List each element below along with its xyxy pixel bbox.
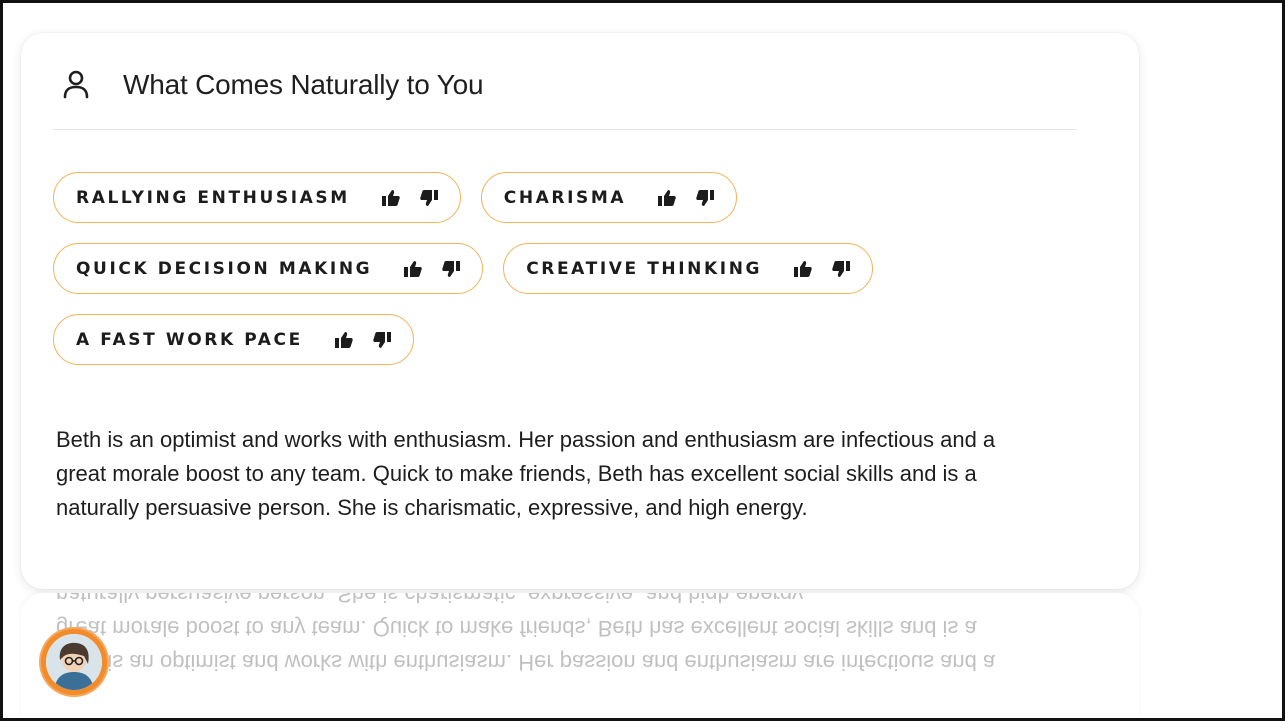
- chip-row: RALLYING ENTHUSIASM CHARISMA: [53, 172, 1093, 223]
- reflected-description: Beth is an optimist and works with enthu…: [56, 593, 996, 675]
- chip-row: A FAST WORK PACE: [53, 314, 1093, 365]
- strength-chip: A FAST WORK PACE: [53, 314, 414, 365]
- thumbs-up-icon[interactable]: [325, 325, 363, 355]
- section-title: What Comes Naturally to You: [123, 69, 484, 100]
- thumbs-up-icon[interactable]: [784, 254, 822, 284]
- thumbs-down-icon[interactable]: [686, 183, 724, 213]
- thumbs-up-icon[interactable]: [372, 183, 410, 213]
- strength-chip: RALLYING ENTHUSIASM: [53, 172, 461, 223]
- thumbs-up-icon[interactable]: [648, 183, 686, 213]
- screenshot-frame: What Comes Naturally to You RALLYING ENT…: [0, 0, 1285, 721]
- strength-chip: CREATIVE THINKING: [503, 243, 874, 294]
- chip-label: CHARISMA: [503, 187, 627, 208]
- thumbs-down-icon[interactable]: [822, 254, 860, 284]
- thumbs-down-icon[interactable]: [432, 254, 470, 284]
- divider: [53, 129, 1077, 130]
- avatar-image: [46, 634, 102, 690]
- card-header: What Comes Naturally to You: [61, 65, 484, 105]
- thumbs-up-icon[interactable]: [394, 254, 432, 284]
- strength-chip: CHARISMA: [480, 172, 738, 223]
- chip-label: CREATIVE THINKING: [526, 258, 763, 279]
- strengths-card: What Comes Naturally to You RALLYING ENT…: [21, 33, 1139, 589]
- chip-row: QUICK DECISION MAKING CREATIVE THINKING: [53, 243, 1093, 294]
- thumbs-down-icon[interactable]: [410, 183, 448, 213]
- strength-chips: RALLYING ENTHUSIASM CHARISMA QUICK DECIS…: [53, 172, 1093, 385]
- chip-label: RALLYING ENTHUSIASM: [76, 187, 350, 208]
- thumbs-down-icon[interactable]: [363, 325, 401, 355]
- strength-chip: QUICK DECISION MAKING: [53, 243, 484, 294]
- chip-label: A FAST WORK PACE: [76, 329, 303, 350]
- strengths-description: Beth is an optimist and works with enthu…: [56, 427, 996, 520]
- avatar[interactable]: [41, 629, 107, 695]
- user-icon: [61, 70, 91, 100]
- chip-label: QUICK DECISION MAKING: [76, 258, 373, 279]
- card-reflection: Beth is an optimist and works with enthu…: [21, 593, 1139, 718]
